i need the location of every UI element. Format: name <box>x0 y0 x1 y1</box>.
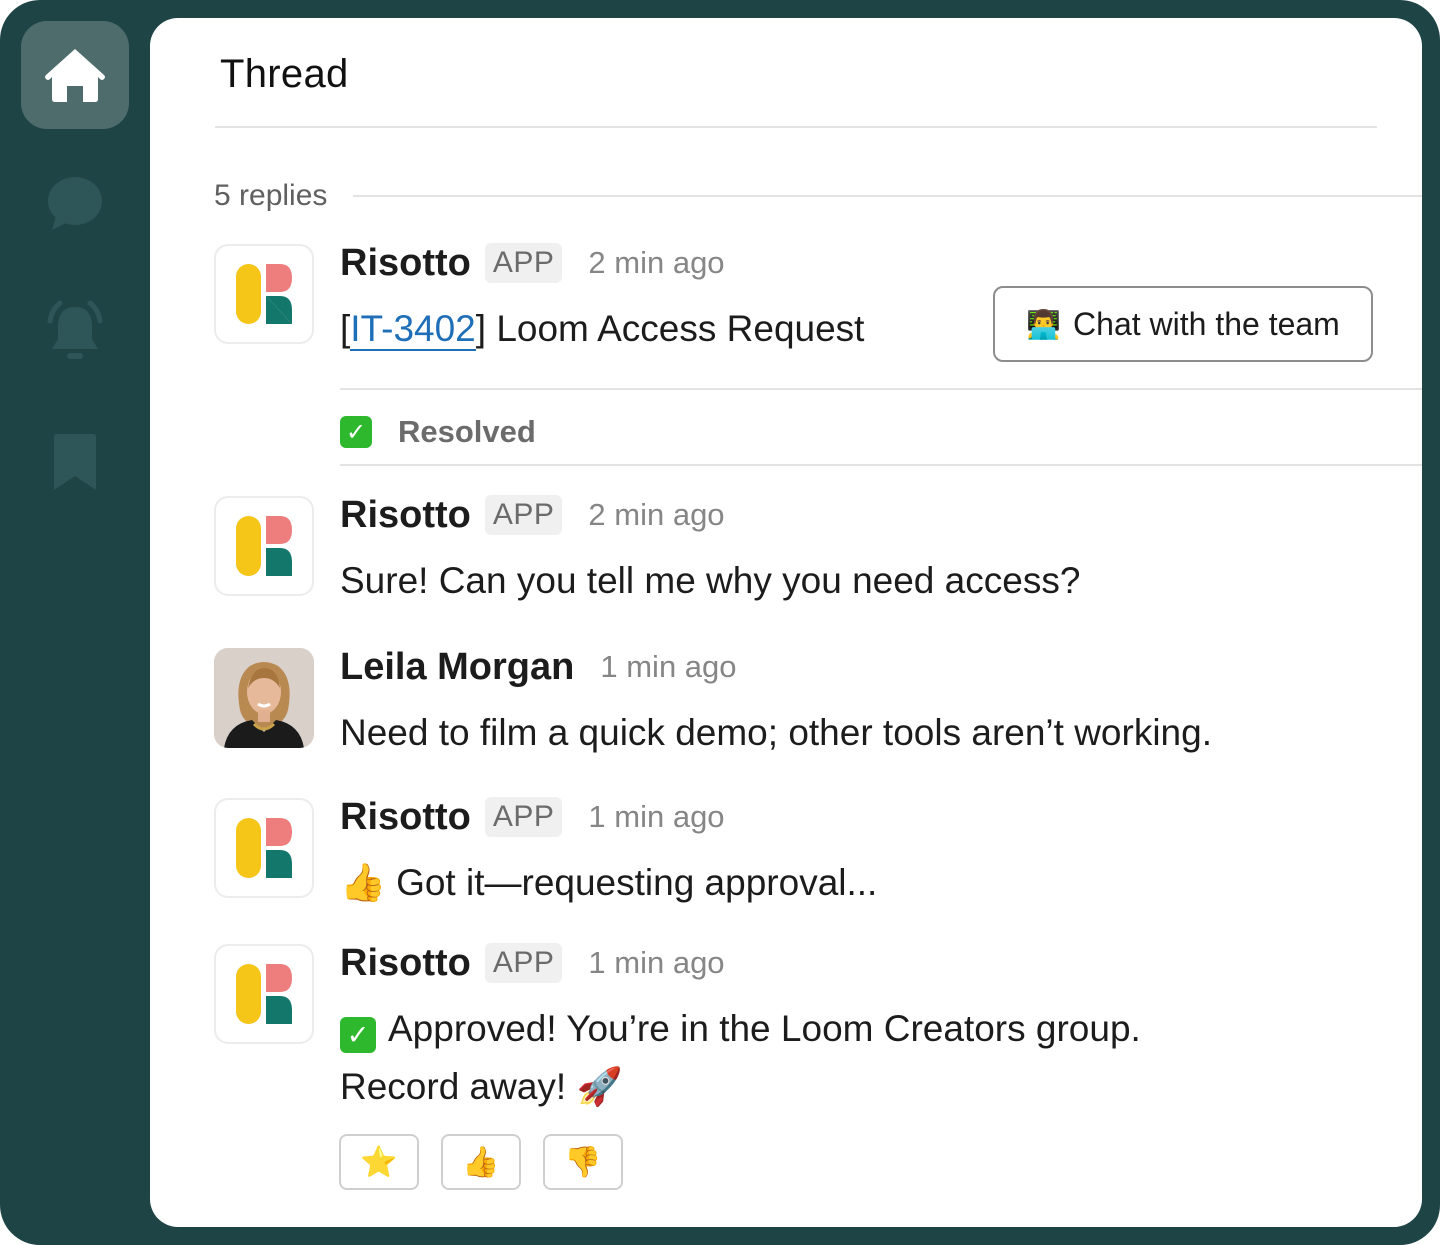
message-body: Risotto APP 1 min ago ✓ Approved! You’re … <box>340 942 1364 1116</box>
risotto-logo-icon <box>236 964 292 1024</box>
message-text: 👍 Got it—requesting approval... <box>340 854 1364 912</box>
replies-count: 5 replies <box>214 179 328 212</box>
message-header: Risotto APP 1 min ago <box>340 942 1364 984</box>
divider <box>340 464 1422 466</box>
sender-name[interactable]: Risotto <box>340 796 471 839</box>
bell-icon <box>47 300 103 359</box>
message-text: ✓ Approved! You’re in the Loom Creators g… <box>340 1000 1364 1058</box>
risotto-logo-avatar <box>214 496 314 596</box>
technologist-emoji-icon: 👨‍💻 <box>1026 308 1062 340</box>
status-label: Resolved <box>398 414 536 449</box>
message-text: Need to film a quick demo; other tools a… <box>340 712 1212 753</box>
chat-with-team-label: Chat with the team <box>1073 305 1340 342</box>
app-badge: APP <box>484 495 563 535</box>
timestamp[interactable]: 2 min ago <box>588 497 724 533</box>
message-body: Risotto APP 1 min ago 👍 Got it—requesting… <box>340 796 1364 912</box>
sidebar-item-messages[interactable] <box>21 150 129 258</box>
risotto-logo-avatar <box>214 944 314 1044</box>
app-badge: APP <box>484 943 563 983</box>
sidebar <box>0 0 150 1245</box>
app-badge: APP <box>484 243 563 283</box>
timestamp[interactable]: 1 min ago <box>600 649 736 685</box>
sidebar-item-home[interactable] <box>21 21 129 129</box>
text-suffix: ] Loom Access Request <box>475 308 865 349</box>
risotto-logo-avatar <box>214 798 314 898</box>
thumbs-up-icon: 👍 <box>462 1144 500 1180</box>
message-text: Record away! 🚀 <box>340 1058 1364 1116</box>
check-mark-icon: ✓ <box>340 1017 376 1053</box>
chat-with-team-button[interactable]: 👨‍💻 Chat with the team <box>993 286 1373 362</box>
thumbs-up-emoji-icon: 👍 <box>340 862 387 903</box>
thread-panel: Thread 5 replies Risotto APP 2 min ago [… <box>150 18 1422 1227</box>
app-window: Thread 5 replies Risotto APP 2 min ago [… <box>0 0 1440 1245</box>
timestamp[interactable]: 1 min ago <box>588 799 724 835</box>
check-mark-icon: ✓ <box>340 416 372 448</box>
ticket-link[interactable]: IT-3402 <box>350 308 476 351</box>
page-title: Thread <box>220 52 349 96</box>
sidebar-item-bookmarks[interactable] <box>21 408 129 516</box>
message-text-line2: Record away! <box>340 1066 567 1107</box>
timestamp[interactable]: 2 min ago <box>588 245 724 281</box>
bookmark-icon <box>54 434 96 490</box>
rocket-emoji-icon: 🚀 <box>576 1066 623 1107</box>
message-body: Risotto APP 2 min ago Sure! Can you tell… <box>340 494 1364 610</box>
risotto-logo-avatar <box>214 244 314 344</box>
sender-name[interactable]: Risotto <box>340 942 471 985</box>
reaction-thumbs-up-button[interactable]: 👍 <box>441 1134 521 1190</box>
risotto-logo-icon <box>236 818 292 878</box>
user-avatar[interactable] <box>214 648 314 748</box>
divider <box>340 388 1422 390</box>
replies-header: 5 replies <box>214 176 1422 216</box>
timestamp[interactable]: 1 min ago <box>588 945 724 981</box>
reaction-star-button[interactable]: ⭐ <box>339 1134 419 1190</box>
message-text-line1: Approved! You’re in the Loom Creators gr… <box>388 1008 1141 1049</box>
text-prefix: [ <box>340 308 351 349</box>
risotto-logo-icon <box>236 516 292 576</box>
reaction-thumbs-down-button[interactable]: 👎 <box>543 1134 623 1190</box>
home-icon <box>45 49 105 102</box>
sidebar-item-notifications[interactable] <box>21 278 129 386</box>
message-header: Risotto APP 2 min ago <box>340 242 1364 284</box>
message-header: Risotto APP 1 min ago <box>340 796 1364 838</box>
star-icon: ⭐ <box>360 1144 398 1180</box>
user-photo <box>214 648 314 748</box>
thumbs-down-icon: 👎 <box>564 1144 602 1180</box>
app-badge: APP <box>484 797 563 837</box>
sender-name[interactable]: Risotto <box>340 242 471 285</box>
message-header: Risotto APP 2 min ago <box>340 494 1364 536</box>
status-resolved: ✓ Resolved <box>340 410 536 454</box>
chat-bubble-icon <box>48 177 102 230</box>
message-text-content: Got it—requesting approval... <box>396 862 878 903</box>
message-header: Leila Morgan 1 min ago <box>340 646 1364 688</box>
sender-name[interactable]: Leila Morgan <box>340 646 574 689</box>
risotto-logo-icon <box>236 264 292 324</box>
reaction-bar: ⭐ 👍 👎 <box>339 1134 623 1190</box>
sender-name[interactable]: Risotto <box>340 494 471 537</box>
message-body: Leila Morgan 1 min ago Need to film a qu… <box>340 646 1364 762</box>
message-text: Sure! Can you tell me why you need acces… <box>340 560 1081 601</box>
replies-divider <box>353 195 1422 197</box>
title-divider <box>215 126 1377 128</box>
